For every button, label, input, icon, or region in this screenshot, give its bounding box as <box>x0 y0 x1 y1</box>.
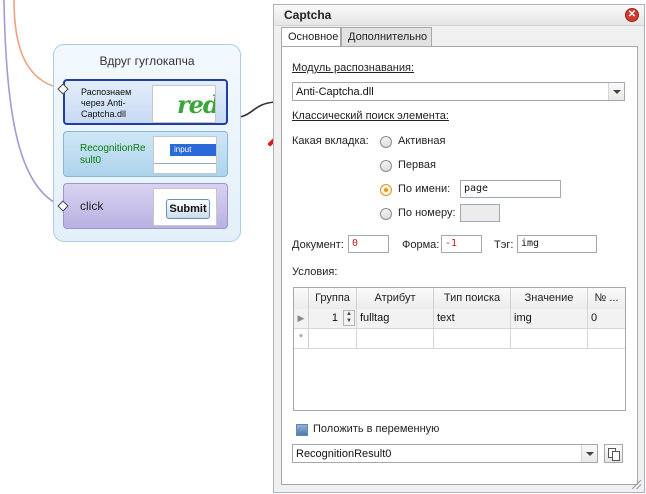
new-row-marker: * <box>294 329 309 348</box>
module-label: Модуль распознавания: <box>292 62 415 74</box>
radio-by-number-label: По номеру: <box>398 207 456 219</box>
grid-header: Группа Атрибут Тип поиска Значение № ... <box>294 288 625 310</box>
action-label-recognition-result: RecognitionResult0 <box>80 143 146 166</box>
radio-first-label: Первая <box>398 159 436 171</box>
captcha-thumbnail: red <box>152 85 216 123</box>
radio-active-label: Активная <box>398 135 446 147</box>
tab-panel-basic: Модуль распознавания: Anti-Captcha.dll К… <box>281 46 638 485</box>
radio-first[interactable] <box>380 160 392 172</box>
action-label-recognize: Распознаем через Anti-Captcha.dll <box>81 87 132 119</box>
close-icon[interactable]: ✕ <box>625 8 639 22</box>
dialog-titlebar[interactable]: Captcha ✕ <box>274 5 644 26</box>
input-thumb-text: input <box>170 144 216 156</box>
resize-grip-icon[interactable] <box>632 480 641 489</box>
action-block-recognize[interactable]: Распознаем через Anti-Captcha.dll red <box>63 79 228 125</box>
grid-corner <box>294 288 309 309</box>
new-row[interactable]: * <box>294 329 625 349</box>
cell-value[interactable]: img <box>511 309 588 328</box>
tab-number-input[interactable] <box>460 204 500 222</box>
module-value: Anti-Captcha.dll <box>296 86 374 98</box>
document-label: Документ: <box>292 239 344 251</box>
action-block-click[interactable]: click Submit <box>63 183 228 229</box>
cell-number[interactable]: 0 <box>588 309 625 328</box>
action-label-click: click <box>80 199 104 213</box>
tag-label: Тэг: <box>494 239 514 251</box>
spinner-icon[interactable]: ▲ ▼ <box>343 310 355 326</box>
thumb-divider <box>154 163 216 164</box>
action-group-card[interactable]: Вдруг гуглокапча Распознаем через Anti-C… <box>53 44 241 242</box>
col-search-type[interactable]: Тип поиска <box>434 288 511 309</box>
variable-value: RecognitionResult0 <box>296 448 392 460</box>
form-input[interactable]: -1 <box>441 235 482 253</box>
new-cell-group[interactable] <box>309 329 357 348</box>
cell-group-value: 1 <box>331 312 338 324</box>
tag-input[interactable]: img <box>517 235 597 253</box>
copy-button[interactable] <box>604 444 623 463</box>
classic-search-label: Классический поиск элемента: <box>292 110 449 122</box>
cell-attribute[interactable]: fulltag <box>357 309 434 328</box>
group-title: Вдруг гуглокапча <box>99 54 195 68</box>
document-input[interactable]: 0 <box>348 235 389 253</box>
tab-basic[interactable]: Основное <box>281 27 341 47</box>
submit-thumb-text: Submit <box>166 199 210 219</box>
dialog-title: Captcha <box>284 8 332 22</box>
col-group[interactable]: Группа <box>309 288 357 309</box>
col-number[interactable]: № ... <box>588 288 625 309</box>
action-block-recognition-result[interactable]: RecognitionResult0 input <box>63 131 228 177</box>
radio-active[interactable] <box>380 136 392 148</box>
radio-by-name[interactable] <box>380 184 392 196</box>
variable-select[interactable]: RecognitionResult0 <box>292 444 598 463</box>
radio-by-name-label: По имени: <box>398 183 451 195</box>
form-label: Форма: <box>402 239 440 251</box>
cell-group[interactable]: 1 ▲ ▼ <box>309 309 357 328</box>
submit-thumbnail: Submit <box>153 188 217 226</box>
save-to-variable-label: Положить в переменную <box>313 423 440 435</box>
new-cell-search-type[interactable] <box>434 329 511 348</box>
input-thumbnail: input <box>153 136 217 174</box>
new-cell-number[interactable] <box>588 329 625 348</box>
which-tab-label: Какая вкладка: <box>292 135 369 147</box>
save-to-variable-checkbox[interactable] <box>296 424 308 436</box>
tab-name-input[interactable]: page <box>460 180 561 198</box>
col-value[interactable]: Значение <box>511 288 588 309</box>
cell-search-type[interactable]: text <box>434 309 511 328</box>
new-cell-value[interactable] <box>511 329 588 348</box>
chevron-down-icon[interactable] <box>608 83 624 100</box>
captcha-thumb-text: red <box>177 90 216 119</box>
col-attribute[interactable]: Атрибут <box>357 288 434 309</box>
row-pointer-icon: ▶ <box>294 309 309 328</box>
radio-by-number[interactable] <box>380 208 392 220</box>
new-cell-attribute[interactable] <box>357 329 434 348</box>
copy-icon-front <box>612 451 620 461</box>
module-select[interactable]: Anti-Captcha.dll <box>292 82 625 101</box>
chevron-down-icon[interactable] <box>581 445 597 462</box>
conditions-label: Условия: <box>292 266 338 278</box>
conditions-grid: Группа Атрибут Тип поиска Значение № ...… <box>293 287 626 411</box>
table-row[interactable]: ▶ 1 ▲ ▼ fulltag text img 0 <box>294 309 625 329</box>
captcha-dialog: Captcha ✕ Основное Дополнительно Модуль … <box>273 4 645 493</box>
tab-advanced[interactable]: Дополнительно <box>341 27 432 46</box>
